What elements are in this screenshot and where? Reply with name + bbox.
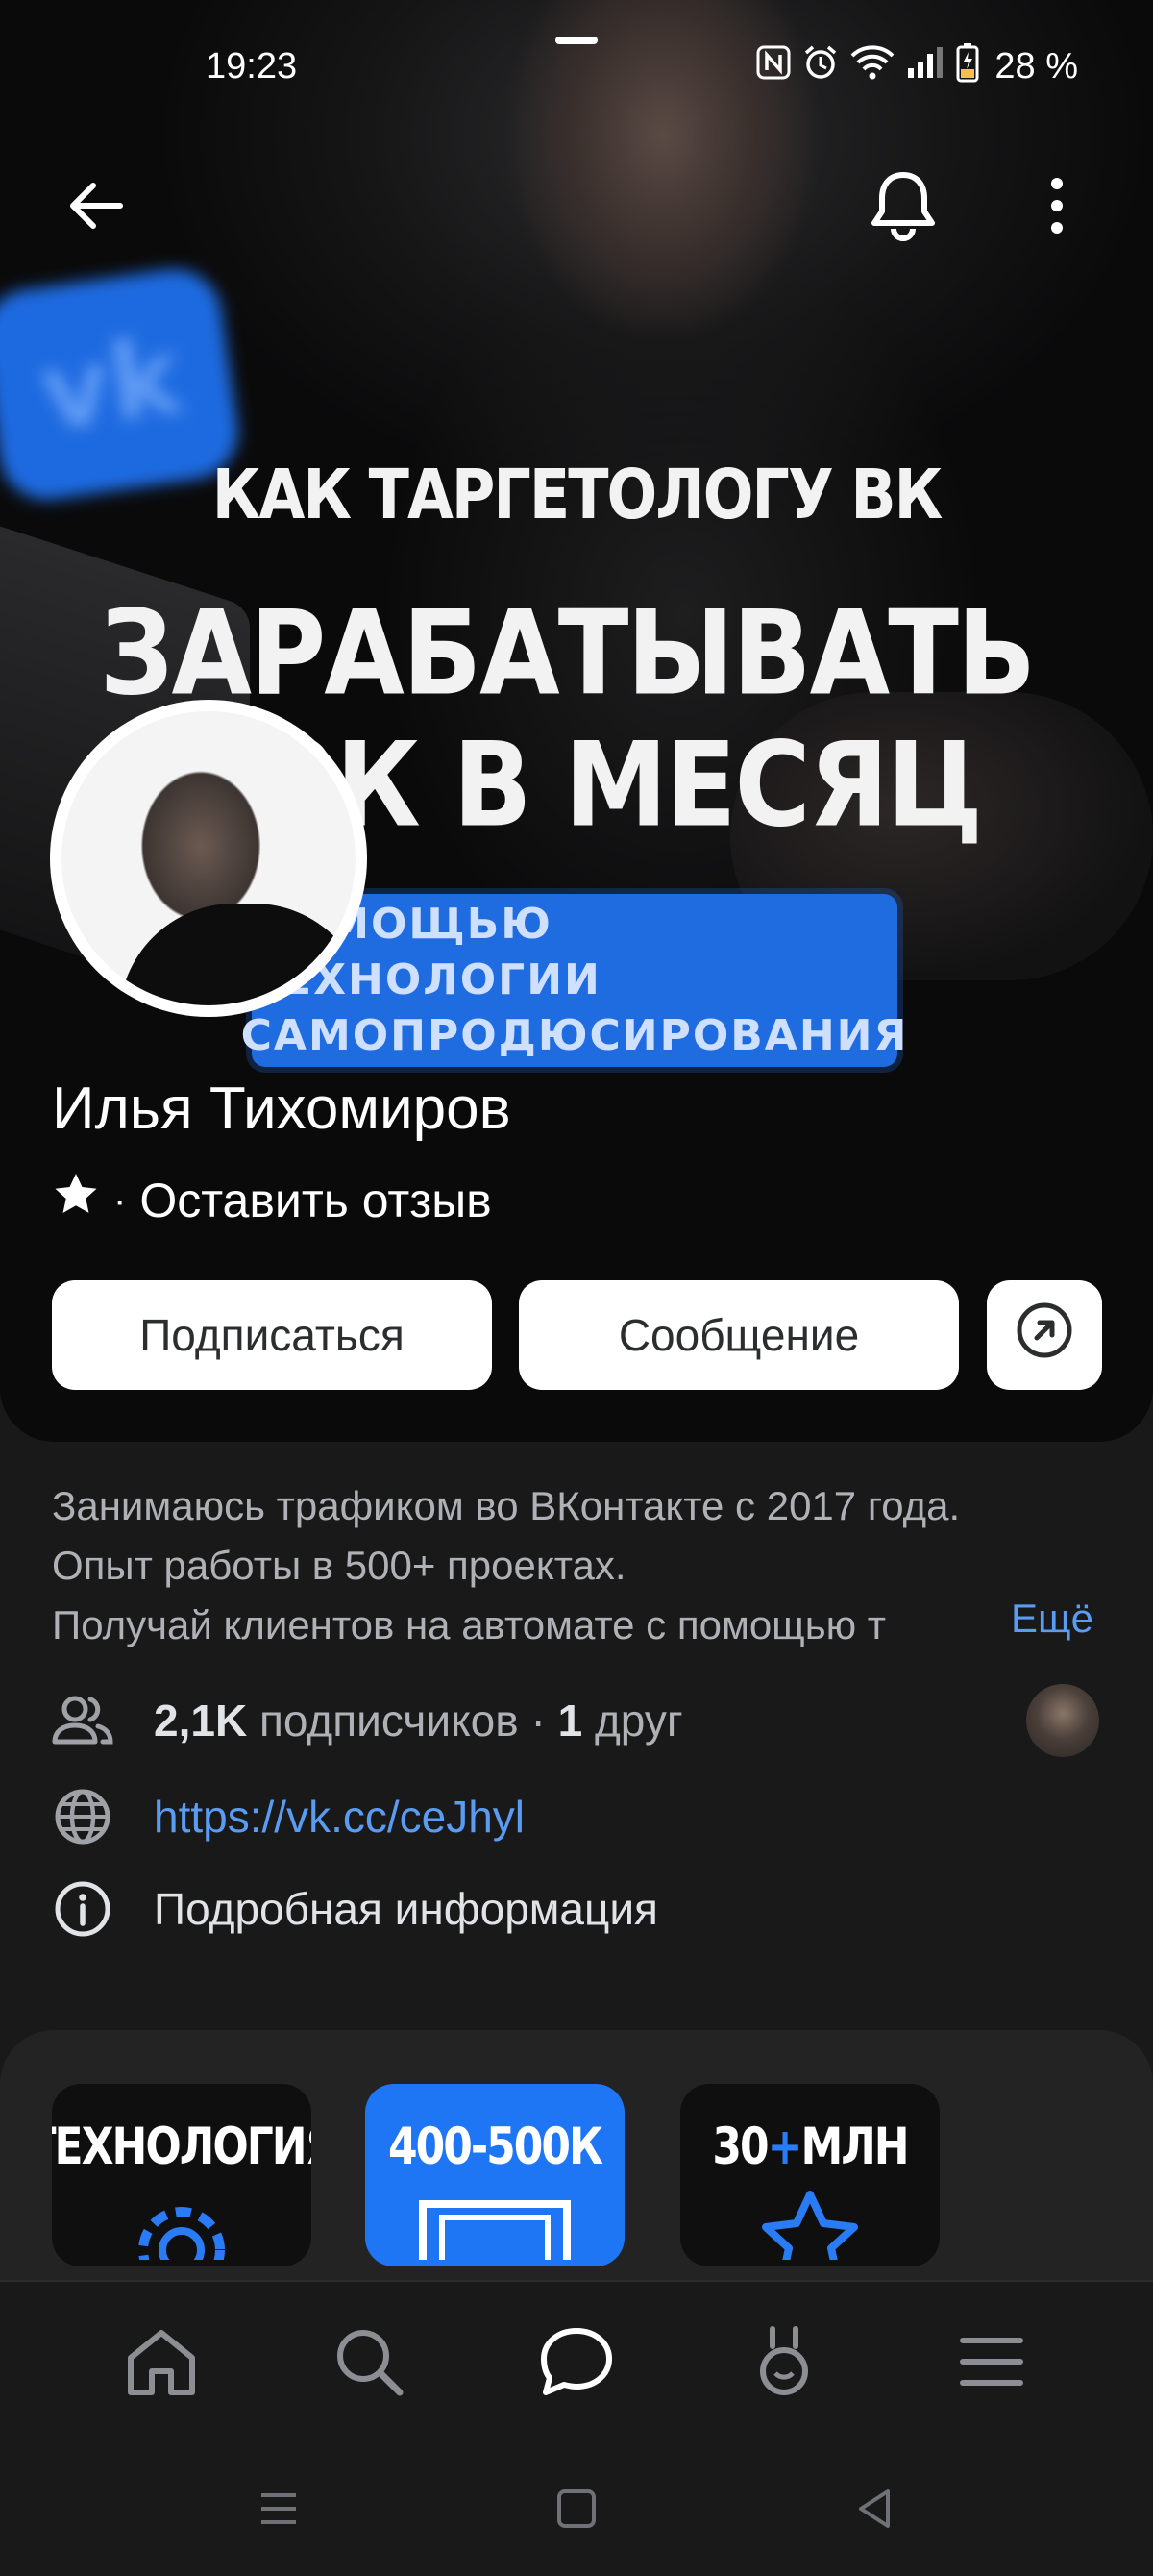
message-button[interactable]: Сообщение — [519, 1280, 959, 1390]
tab-clips[interactable] — [736, 2316, 832, 2412]
tab-search[interactable] — [321, 2316, 417, 2412]
subscribers-count: 2,1K — [154, 1696, 248, 1746]
highlight-title-number: 30 — [712, 2117, 769, 2177]
info-icon — [52, 1878, 113, 1940]
nfc-icon — [756, 45, 791, 88]
star-outline-icon — [738, 2189, 882, 2266]
review-separator: · — [113, 1178, 127, 1222]
highlight-title: 400-500К — [388, 2117, 603, 2177]
gear-icon — [119, 2192, 244, 2266]
star-icon — [52, 1171, 100, 1230]
description-line-1: Занимаюсь трафиком во ВКонтакте с 2017 г… — [52, 1483, 961, 1528]
users-icon — [52, 1690, 113, 1751]
profile-name: Илья Тихомиров — [52, 1076, 511, 1142]
status-icons: 28 % — [756, 42, 1078, 91]
description-line-3: Получай клиентов на автомате с помощью т — [52, 1602, 887, 1647]
camera-notch — [555, 37, 598, 44]
highlight-item[interactable]: ТЕХНОЛОГИЯ — [52, 2084, 311, 2266]
wifi-icon — [850, 44, 895, 89]
leave-review-link[interactable]: · Оставить отзыв — [52, 1171, 492, 1230]
subscribe-button[interactable]: Подписаться — [52, 1280, 492, 1390]
cover-headline-2: ЗАРАБАТЫВАТЬ — [99, 586, 1036, 722]
back-button[interactable] — [54, 165, 138, 250]
status-time: 19:23 — [206, 46, 298, 87]
search-icon — [331, 2323, 407, 2405]
friends-label: друг — [594, 1696, 683, 1746]
chat-bubble-icon — [536, 2323, 617, 2405]
triangle-back-icon — [851, 2486, 897, 2537]
notifications-button[interactable] — [861, 165, 945, 250]
friend-avatar[interactable] — [1026, 1684, 1099, 1757]
battery-icon — [956, 42, 979, 91]
system-navigation-bar — [0, 2445, 1153, 2576]
show-more-link[interactable]: Ещё — [1011, 1596, 1093, 1642]
menu-icon — [953, 2323, 1030, 2405]
website-link[interactable]: https://vk.cc/ceJhyl — [154, 1791, 525, 1843]
square-icon — [553, 2486, 600, 2537]
clips-icon — [746, 2323, 822, 2405]
avatar[interactable] — [50, 700, 367, 1017]
status-bar: 19:23 28 % — [0, 0, 1153, 135]
tab-home[interactable] — [113, 2316, 209, 2412]
review-label: Оставить отзыв — [139, 1174, 492, 1227]
signal-icon — [906, 45, 944, 88]
subscribers-separator: · — [530, 1696, 546, 1746]
cover-banner-line-2: САМОПРОДЮСИРОВАНИЯ — [240, 1011, 909, 1060]
profile-description: Занимаюсь трафиком во ВКонтакте с 2017 г… — [52, 1476, 1109, 1655]
home-icon — [123, 2323, 200, 2405]
description-line-2: Опыт работы в 500+ проектах. — [52, 1543, 626, 1588]
battery-percent: 28 % — [994, 46, 1078, 87]
system-back-button[interactable] — [846, 2482, 903, 2539]
recent-apps-icon — [256, 2486, 302, 2537]
cover-headline-1: КАК ТАРГЕТОЛОГУ ВК — [211, 454, 944, 535]
highlight-item[interactable]: 30+МЛН — [680, 2084, 940, 2266]
highlight-title-unit: МЛН — [800, 2117, 909, 2177]
arrow-left-icon — [62, 172, 130, 244]
more-button[interactable] — [1015, 165, 1099, 250]
website-row[interactable]: https://vk.cc/ceJhyl — [52, 1786, 525, 1847]
globe-icon — [52, 1786, 113, 1847]
tab-messages[interactable] — [528, 2316, 625, 2412]
highlight-title: 30+МЛН — [712, 2117, 909, 2177]
avatar-photo — [61, 711, 356, 1005]
tab-menu[interactable] — [944, 2316, 1040, 2412]
avatar-shirt — [119, 904, 356, 1005]
share-button[interactable] — [987, 1280, 1102, 1390]
friends-count: 1 — [557, 1696, 583, 1746]
highlight-title: ТЕХНОЛОГИЯ — [52, 2117, 311, 2177]
share-arrow-icon — [1014, 1300, 1075, 1372]
highlight-item[interactable]: 400-500К — [365, 2084, 625, 2266]
more-vertical-icon — [1043, 172, 1071, 244]
details-row[interactable]: Подробная информация — [52, 1878, 658, 1940]
details-label: Подробная информация — [154, 1884, 658, 1934]
money-icon — [413, 2192, 576, 2266]
highlight-title-plus: + — [767, 2117, 803, 2177]
bottom-tab-bar — [0, 2280, 1153, 2445]
subscribers-row[interactable]: 2,1K подписчиков · 1 друг — [52, 1690, 683, 1751]
subscribers-label: подписчиков — [258, 1696, 519, 1746]
home-system-button[interactable] — [548, 2482, 605, 2539]
bell-icon — [867, 167, 940, 249]
recent-apps-button[interactable] — [250, 2482, 307, 2539]
alarm-icon — [802, 44, 839, 89]
